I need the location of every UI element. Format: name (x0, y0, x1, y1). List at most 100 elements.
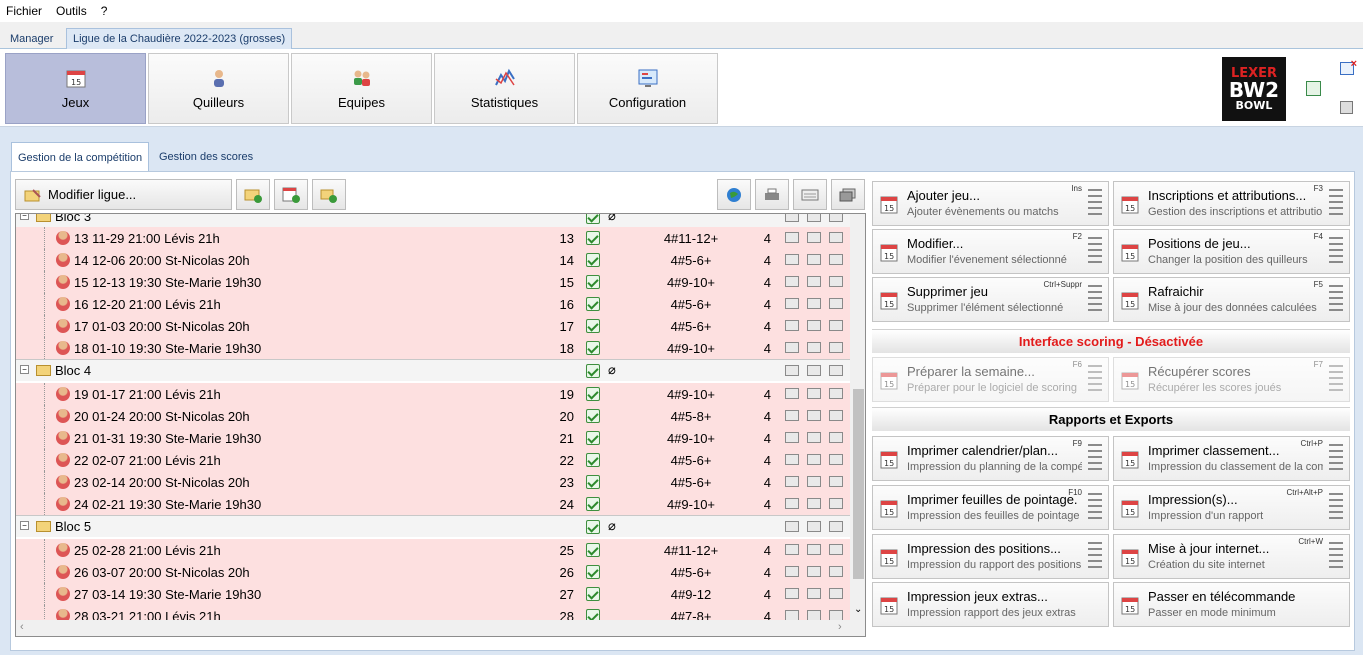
menu-lines-icon[interactable] (1329, 444, 1343, 474)
modify-league-button[interactable]: Modifier ligue... (15, 179, 232, 210)
game-row[interactable]: 18 01-10 19:30 Ste-Marie 19h30 18 4#9-10+ 4 (16, 337, 850, 359)
edit-row-icon[interactable] (829, 410, 843, 421)
checked-icon[interactable] (586, 319, 600, 333)
checked-icon[interactable] (586, 231, 600, 245)
scroll-right-icon[interactable]: › (838, 621, 842, 633)
add-item-button[interactable] (312, 179, 346, 210)
print-row-icon[interactable] (785, 454, 799, 465)
menu-lines-icon[interactable] (1088, 365, 1102, 395)
checked-icon[interactable] (586, 587, 600, 601)
keyboard-row-icon[interactable] (807, 388, 821, 399)
edit-row-icon[interactable] (829, 388, 843, 399)
modify-game-action[interactable]: 15 Modifier... Modifier l'évenement sélect… (872, 229, 1109, 274)
menu-lines-icon[interactable] (1329, 542, 1343, 572)
keyboard-row-icon[interactable] (807, 454, 821, 465)
checked-icon[interactable] (586, 565, 600, 579)
print-row-icon[interactable] (785, 388, 799, 399)
game-row[interactable]: 26 03-07 20:00 St-Nicolas 20h 26 4#5-6+ 4 (16, 561, 850, 583)
game-row[interactable]: 20 01-24 20:00 St-Nicolas 20h 20 4#5-8+ 4 (16, 405, 850, 427)
vertical-scrollbar[interactable]: ⌄ (850, 214, 865, 620)
game-row[interactable]: 13 11-29 21:00 Lévis 21h 13 4#11-12+ 4 (16, 227, 850, 249)
ribbon-configuration-button[interactable]: Configuration (577, 53, 718, 124)
game-row[interactable]: 24 02-21 19:30 Ste-Marie 19h30 24 4#9-10+ 4 (16, 493, 850, 515)
edit-row-icon[interactable] (829, 498, 843, 509)
remote-mode-action[interactable]: 15 Passer en télécommande Passer en mode m… (1113, 582, 1350, 627)
print-row-icon[interactable] (785, 476, 799, 487)
collapse-icon[interactable]: − (20, 214, 29, 220)
scroll-down-icon[interactable]: ⌄ (854, 604, 862, 615)
keyboard-button[interactable] (793, 179, 827, 210)
keyboard-row-icon[interactable] (807, 476, 821, 487)
ribbon-statistiques-button[interactable]: Statistiques (434, 53, 575, 124)
menu-lines-icon[interactable] (1088, 237, 1102, 267)
print-standings-action[interactable]: 15 Imprimer classement... Impression du cl… (1113, 436, 1350, 481)
keyboard-row-icon[interactable] (807, 544, 821, 555)
edit-row-icon[interactable] (829, 521, 843, 532)
refresh-action[interactable]: 15 Rafraichir Mise à jour des données calc… (1113, 277, 1350, 322)
edit-row-icon[interactable] (829, 476, 843, 487)
tab-gestion-scores[interactable]: Gestion des scores (153, 142, 259, 171)
checked-icon[interactable] (586, 253, 600, 267)
edit-row-icon[interactable] (829, 432, 843, 443)
edit-row-icon[interactable] (829, 342, 843, 353)
print-calendar-action[interactable]: 15 Imprimer calendrier/plan... Impression … (872, 436, 1109, 481)
game-row[interactable]: 23 02-14 20:00 St-Nicolas 20h 23 4#5-6+ 4 (16, 471, 850, 493)
checked-icon[interactable] (586, 297, 600, 311)
keyboard-row-icon[interactable] (807, 498, 821, 509)
game-row[interactable]: 15 12-13 19:30 Ste-Marie 19h30 15 4#9-10+ 4 (16, 271, 850, 293)
positions-action[interactable]: 15 Positions de jeu... Changer la position… (1113, 229, 1350, 274)
scrollbar-thumb[interactable] (853, 389, 864, 579)
edit-row-icon[interactable] (829, 544, 843, 555)
print-row-icon[interactable] (785, 342, 799, 353)
keyboard-row-icon[interactable] (807, 320, 821, 331)
menu-lines-icon[interactable] (1329, 285, 1343, 315)
keyboard-row-icon[interactable] (807, 566, 821, 577)
checked-icon[interactable] (586, 543, 600, 557)
checked-icon[interactable] (586, 453, 600, 467)
checked-icon[interactable] (586, 387, 600, 401)
print-row-icon[interactable] (785, 298, 799, 309)
checked-icon[interactable] (586, 364, 600, 378)
menu-fichier[interactable]: Fichier (6, 4, 42, 18)
checked-icon[interactable] (586, 497, 600, 511)
edit-row-icon[interactable] (829, 214, 843, 222)
keyboard-row-icon[interactable] (807, 410, 821, 421)
games-tree[interactable]: − Bloc 3 ⌀ 13 11-29 21:00 Lévis 21h 13 4#11-1… (15, 213, 866, 637)
keyboard-row-icon[interactable] (807, 365, 821, 376)
menu-lines-icon[interactable] (1329, 365, 1343, 395)
menu-lines-icon[interactable] (1329, 189, 1343, 219)
delete-game-action[interactable]: 15 Supprimer jeu Supprimer l'élément sélec… (872, 277, 1109, 322)
print-row-icon[interactable] (785, 276, 799, 287)
ribbon-quilleurs-button[interactable]: Quilleurs (148, 53, 289, 124)
menu-outils[interactable]: Outils (56, 4, 87, 18)
edit-row-icon[interactable] (829, 566, 843, 577)
menu-lines-icon[interactable] (1329, 237, 1343, 267)
horizontal-scrollbar[interactable]: ‹ › (16, 620, 865, 636)
game-row[interactable]: 16 12-20 21:00 Lévis 21h 16 4#5-6+ 4 (16, 293, 850, 315)
edit-row-icon[interactable] (829, 232, 843, 243)
print-row-icon[interactable] (785, 544, 799, 555)
ribbon-jeux-button[interactable]: 15 Jeux (5, 53, 146, 124)
tab-gestion-competition[interactable]: Gestion de la compétition (11, 142, 150, 172)
checked-icon[interactable] (586, 520, 600, 534)
checked-icon[interactable] (586, 275, 600, 289)
menu-lines-icon[interactable] (1088, 285, 1102, 315)
bloc-row[interactable]: − Bloc 5 ⌀ (16, 515, 850, 537)
game-row[interactable]: 19 01-17 21:00 Lévis 21h 19 4#9-10+ 4 (16, 383, 850, 405)
ribbon-equipes-button[interactable]: Equipes (291, 53, 432, 124)
game-row[interactable]: 22 02-07 21:00 Lévis 21h 22 4#5-6+ 4 (16, 449, 850, 471)
print-reports-action[interactable]: 15 Impression(s)... Impression d'un rappor… (1113, 485, 1350, 530)
tab-league[interactable]: Ligue de la Chaudière 2022-2023 (grosses… (66, 28, 293, 49)
scroll-left-icon[interactable]: ‹ (20, 621, 24, 633)
inscriptions-action[interactable]: 15 Inscriptions et attributions... Gestion… (1113, 181, 1350, 226)
edit-row-icon[interactable] (829, 298, 843, 309)
edit-row-icon[interactable] (829, 276, 843, 287)
keyboard-row-icon[interactable] (807, 214, 821, 222)
print-row-icon[interactable] (785, 214, 799, 222)
print-scoresheets-action[interactable]: 15 Imprimer feuilles de pointage. Impressi… (872, 485, 1109, 530)
print-row-icon[interactable] (785, 254, 799, 265)
checked-icon[interactable] (586, 409, 600, 423)
menu-lines-icon[interactable] (1088, 542, 1102, 572)
menu-help[interactable]: ? (101, 4, 108, 18)
add-game-action[interactable]: 15 Ajouter jeu... Ajouter évènements ou ma… (872, 181, 1109, 226)
